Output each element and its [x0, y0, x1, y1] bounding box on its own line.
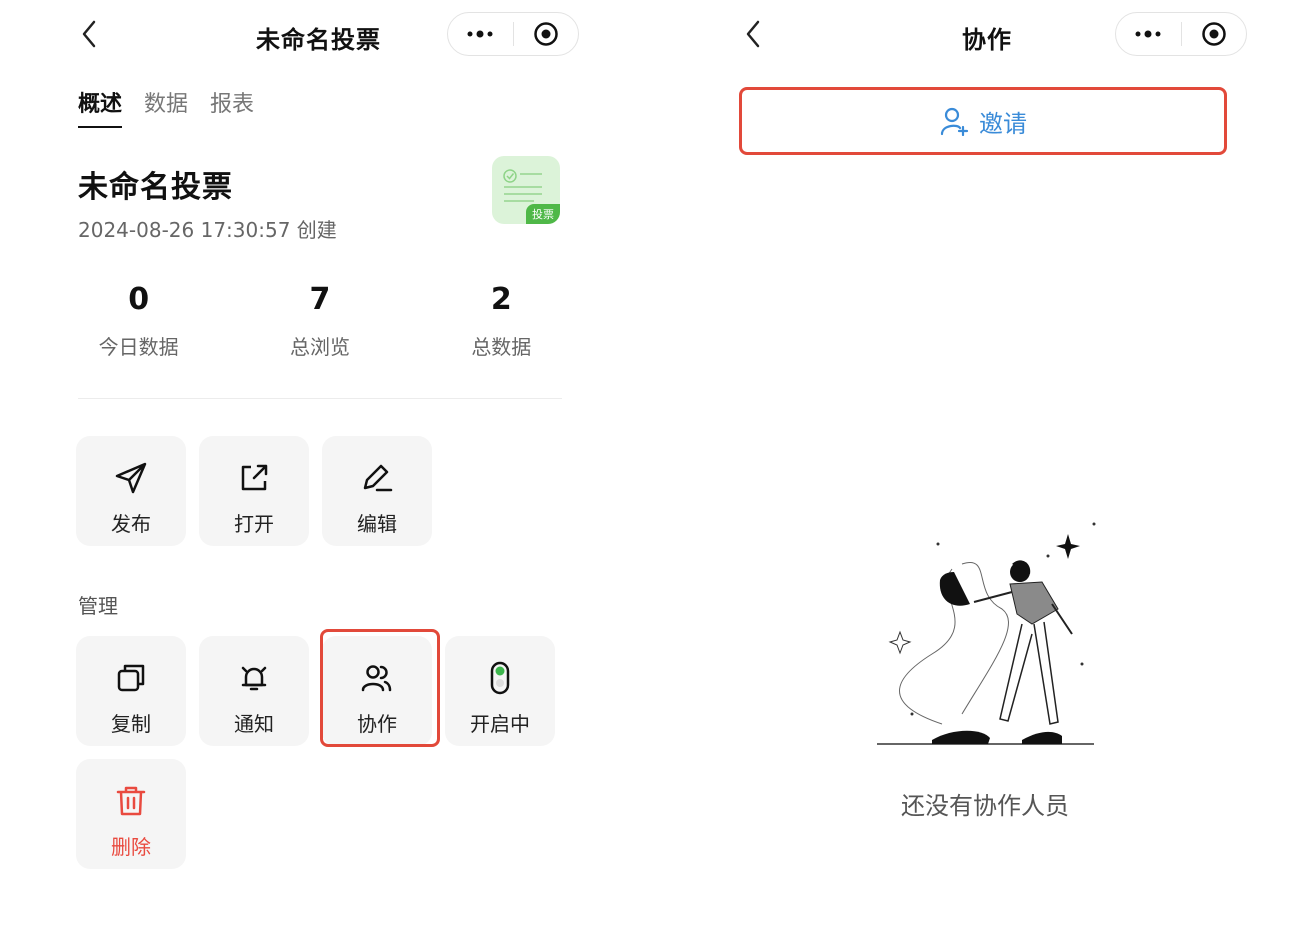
- stat-value: 0: [128, 282, 150, 317]
- stat-label: 总浏览: [289, 335, 350, 359]
- close-miniapp-button[interactable]: [514, 13, 579, 55]
- stats-row: 0 今日数据 7 总浏览 2 总数据: [48, 282, 592, 360]
- miniapp-capsule: [447, 12, 579, 56]
- toggle-on-icon: [490, 661, 510, 695]
- stat-total: 2 总数据: [411, 282, 592, 360]
- status-toggle[interactable]: 开启中: [445, 636, 555, 746]
- stat-today: 0 今日数据: [48, 282, 229, 360]
- tab-bar: 概述 数据 报表: [78, 86, 254, 128]
- manage-section-title: 管理: [78, 594, 118, 618]
- more-button[interactable]: [1116, 13, 1181, 55]
- divider: [78, 398, 562, 399]
- thumb-tag: 投票: [526, 204, 560, 224]
- stat-value: 7: [309, 282, 331, 317]
- stat-label: 今日数据: [98, 335, 179, 359]
- form-thumbnail: 投票: [492, 156, 560, 224]
- back-button[interactable]: [742, 18, 766, 50]
- tab-overview[interactable]: 概述: [78, 86, 123, 128]
- copy-button[interactable]: 复制: [76, 636, 186, 746]
- empty-state-text: 还没有协作人员: [901, 792, 1069, 820]
- notify-label: 通知: [234, 712, 274, 736]
- more-dots-icon: [1135, 30, 1161, 38]
- more-button[interactable]: [448, 13, 513, 55]
- dancing-person-illustration: [877, 522, 1096, 745]
- more-dots-icon: [467, 30, 493, 38]
- stat-label: 总数据: [471, 335, 532, 359]
- edit-label: 编辑: [357, 512, 397, 536]
- delete-label: 删除: [111, 835, 151, 859]
- page-title: 未命名投票: [256, 26, 381, 54]
- page-title: 协作: [962, 26, 1012, 54]
- copy-icon: [117, 664, 145, 692]
- invite-highlight: [739, 87, 1227, 155]
- chevron-left-icon: [746, 20, 760, 48]
- collaboration-screen: 协作 邀请 还没有协作人员: [660, 0, 1298, 946]
- edit-button[interactable]: 编辑: [322, 436, 432, 546]
- bell-icon: [241, 666, 267, 691]
- open-button[interactable]: 打开: [199, 436, 309, 546]
- tab-data[interactable]: 数据: [144, 86, 188, 128]
- external-link-icon: [241, 464, 268, 491]
- form-title: 未命名投票: [78, 170, 233, 205]
- collaborate-highlight: [320, 629, 440, 747]
- close-miniapp-button[interactable]: [1182, 13, 1247, 55]
- stat-views: 7 总浏览: [229, 282, 410, 360]
- notify-button[interactable]: 通知: [199, 636, 309, 746]
- trash-icon: [116, 786, 146, 816]
- delete-button[interactable]: 删除: [76, 759, 186, 869]
- pencil-icon: [363, 464, 393, 492]
- target-icon: [534, 22, 558, 46]
- stat-value: 2: [490, 282, 512, 317]
- publish-label: 发布: [111, 512, 151, 536]
- open-label: 打开: [234, 512, 274, 536]
- tab-report[interactable]: 报表: [210, 86, 254, 128]
- overview-screen: 未命名投票 概述 数据 报表 未命名投票 2024-08-26 17:30:57…: [0, 0, 650, 946]
- status-label: 开启中: [470, 712, 530, 736]
- publish-button[interactable]: 发布: [76, 436, 186, 546]
- chevron-left-icon: [82, 20, 96, 48]
- created-time: 2024-08-26 17:30:57 创建: [78, 218, 337, 242]
- miniapp-capsule: [1115, 12, 1247, 56]
- target-icon: [1202, 22, 1226, 46]
- back-button[interactable]: [78, 18, 102, 50]
- copy-label: 复制: [111, 712, 151, 736]
- send-icon: [115, 462, 147, 494]
- empty-illustration: [872, 514, 1102, 758]
